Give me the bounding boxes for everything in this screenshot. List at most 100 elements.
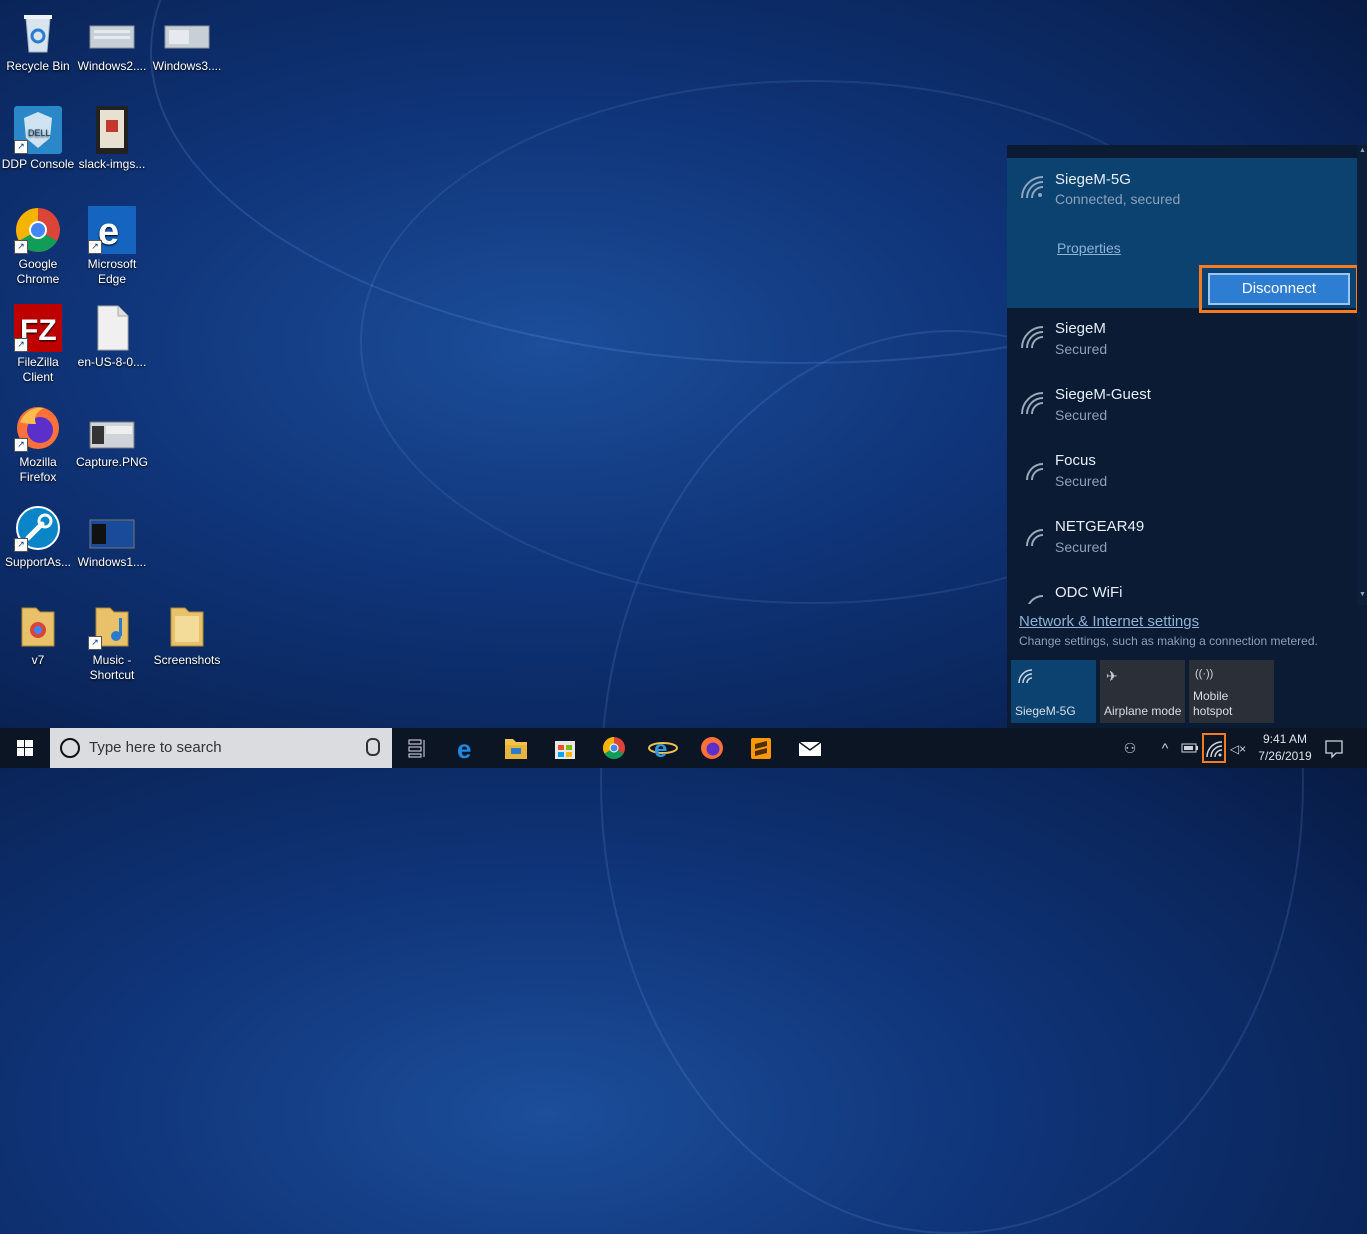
network-status: Secured	[1055, 473, 1108, 489]
people-icon: ⚇	[1123, 740, 1137, 756]
search-placeholder: Type here to search	[89, 739, 222, 756]
desktop-icon-music-shortcut[interactable]: ↗ Music - Shortcut	[75, 602, 149, 683]
desktop-icon-capture-png[interactable]: Capture.PNG	[75, 404, 149, 470]
start-button[interactable]	[0, 728, 50, 768]
desktop-icon-windows2[interactable]: Windows2....	[75, 8, 149, 74]
blank-file-icon	[88, 304, 136, 352]
folder-icon	[14, 602, 62, 650]
network-ssid: ODC WiFi	[1055, 584, 1123, 601]
svg-text:e: e	[654, 736, 667, 763]
clock-date: 7/26/2019	[1258, 749, 1312, 763]
folder-icon	[505, 739, 527, 759]
taskbar-firefox[interactable]	[688, 728, 736, 768]
taskbar-sublime-text[interactable]	[737, 728, 785, 768]
network-status: Secured	[1055, 539, 1108, 555]
network-item-focus[interactable]: Focus Secured	[1007, 440, 1357, 506]
connected-network-item[interactable]: SiegeM-5G Connected, secured Properties …	[1007, 158, 1367, 313]
windows-logo-icon	[17, 740, 33, 756]
clock[interactable]: 9:41 AM 7/26/2019	[1250, 731, 1320, 765]
network-status: Connected, secured	[1055, 191, 1181, 207]
network-ssid: SiegeM-5G	[1055, 171, 1131, 188]
desktop-icon-label: SupportAs...	[4, 555, 72, 569]
desktop-icon-screenshots[interactable]: Screenshots	[150, 602, 224, 668]
sublime-text-icon	[751, 738, 771, 759]
desktop-icon-ddp-console[interactable]: DELL ↗ DDP Console	[1, 106, 75, 172]
desktop-icon-windows1[interactable]: Windows1....	[75, 504, 149, 570]
desktop-icon-microsoft-edge[interactable]: e ↗ Microsoft Edge	[75, 206, 149, 287]
desktop-icon-google-chrome[interactable]: ↗ Google Chrome	[1, 206, 75, 287]
people-button[interactable]: ⚇	[1117, 728, 1143, 768]
desktop-icon-windows3[interactable]: Windows3....	[150, 8, 224, 74]
wifi-icon	[1021, 392, 1044, 415]
quick-action-airplane-mode[interactable]: ✈ Airplane mode	[1100, 660, 1185, 723]
desktop-icon-label: en-US-8-0....	[77, 355, 147, 369]
taskbar-store[interactable]	[541, 728, 589, 768]
desktop-icon-slack-imgs[interactable]: slack-imgs...	[75, 106, 149, 172]
desktop-icon-v7[interactable]: v7	[1, 602, 75, 668]
wrench-icon: ↗	[14, 504, 62, 552]
shortcut-arrow-icon: ↗	[88, 240, 102, 254]
desktop-icon-label: Windows1....	[77, 555, 147, 569]
shortcut-arrow-icon: ↗	[88, 636, 102, 650]
taskbar-mail[interactable]	[786, 728, 834, 768]
desktop-icon-label: Mozilla Firefox	[19, 455, 57, 484]
recycle-bin-icon	[14, 8, 62, 56]
taskbar-edge[interactable]: e	[444, 728, 492, 768]
network-internet-settings-link[interactable]: Network & Internet settings	[1019, 613, 1199, 630]
show-hidden-icons-button[interactable]: ^	[1155, 728, 1175, 768]
volume-button[interactable]: ◁×	[1228, 728, 1248, 768]
network-item-siegem[interactable]: SiegeM Secured	[1007, 308, 1357, 374]
wifi-icon	[1028, 595, 1044, 604]
network-item-netgear49[interactable]: NETGEAR49 Secured	[1007, 506, 1357, 572]
shortcut-arrow-icon: ↗	[14, 240, 28, 254]
wifi-icon	[1021, 326, 1044, 349]
disconnect-button[interactable]: Disconnect	[1208, 273, 1350, 305]
shortcut-arrow-icon: ↗	[14, 140, 28, 154]
properties-link[interactable]: Properties	[1057, 240, 1121, 256]
network-item-siegem-guest[interactable]: SiegeM-Guest Secured	[1007, 374, 1357, 440]
network-tray-button[interactable]	[1202, 733, 1226, 763]
desktop-icon-en-us[interactable]: en-US-8-0....	[75, 304, 149, 370]
taskbar-chrome[interactable]	[590, 728, 638, 768]
search-box[interactable]: Type here to search	[50, 728, 392, 768]
network-flyout: SiegeM-5G Connected, secured Properties …	[1007, 145, 1367, 728]
taskbar-internet-explorer[interactable]: e	[639, 728, 687, 768]
microphone-icon[interactable]	[366, 738, 380, 756]
shortcut-arrow-icon: ↗	[14, 338, 28, 352]
scroll-down-icon[interactable]: ▼	[1359, 591, 1366, 598]
quick-action-mobile-hotspot[interactable]: ((·)) Mobile hotspot	[1189, 660, 1274, 723]
quick-action-wifi[interactable]: SiegeM-5G	[1011, 660, 1096, 723]
svg-text:DELL: DELL	[28, 128, 51, 138]
task-view-icon	[408, 739, 425, 758]
desktop-icon-mozilla-firefox[interactable]: ↗ Mozilla Firefox	[1, 404, 75, 485]
store-icon	[555, 741, 575, 759]
network-item-odc-wifi[interactable]: ODC WiFi	[1007, 572, 1357, 604]
wifi-icon	[1018, 669, 1033, 684]
highlight-box: Disconnect	[1199, 265, 1359, 313]
firefox-icon	[701, 737, 723, 759]
image-file-icon	[88, 106, 136, 154]
scroll-up-icon[interactable]: ▲	[1359, 147, 1366, 154]
desktop-icon-filezilla[interactable]: FZ ↗ FileZilla Client	[1, 304, 75, 385]
music-folder-icon: ↗	[88, 602, 136, 650]
cortana-icon	[60, 738, 80, 758]
network-status: Secured	[1055, 341, 1108, 357]
desktop-icon-supportassist[interactable]: ↗ SupportAs...	[1, 504, 75, 570]
desktop-icon-label: Capture.PNG	[75, 455, 149, 469]
desktop-icon-recycle-bin[interactable]: Recycle Bin	[1, 8, 75, 74]
hotspot-icon: ((·))	[1195, 668, 1214, 680]
desktop-icon-label: Windows3....	[152, 59, 222, 73]
desktop-icon-label: FileZilla Client	[17, 355, 59, 384]
taskbar-file-explorer[interactable]	[492, 728, 540, 768]
action-center-button[interactable]	[1322, 728, 1346, 768]
svg-text:e: e	[457, 734, 471, 764]
battery-button[interactable]	[1180, 728, 1200, 768]
network-list-scrollbar[interactable]: ▲ ▼	[1357, 145, 1367, 605]
image-file-icon	[88, 8, 136, 56]
quick-action-label: SiegeM-5G	[1015, 704, 1076, 718]
desktop-icon-label: Google Chrome	[16, 257, 60, 286]
task-view-button[interactable]	[394, 728, 442, 768]
chrome-icon: ↗	[14, 206, 62, 254]
shortcut-arrow-icon: ↗	[14, 438, 28, 452]
network-status: Secured	[1055, 407, 1108, 423]
